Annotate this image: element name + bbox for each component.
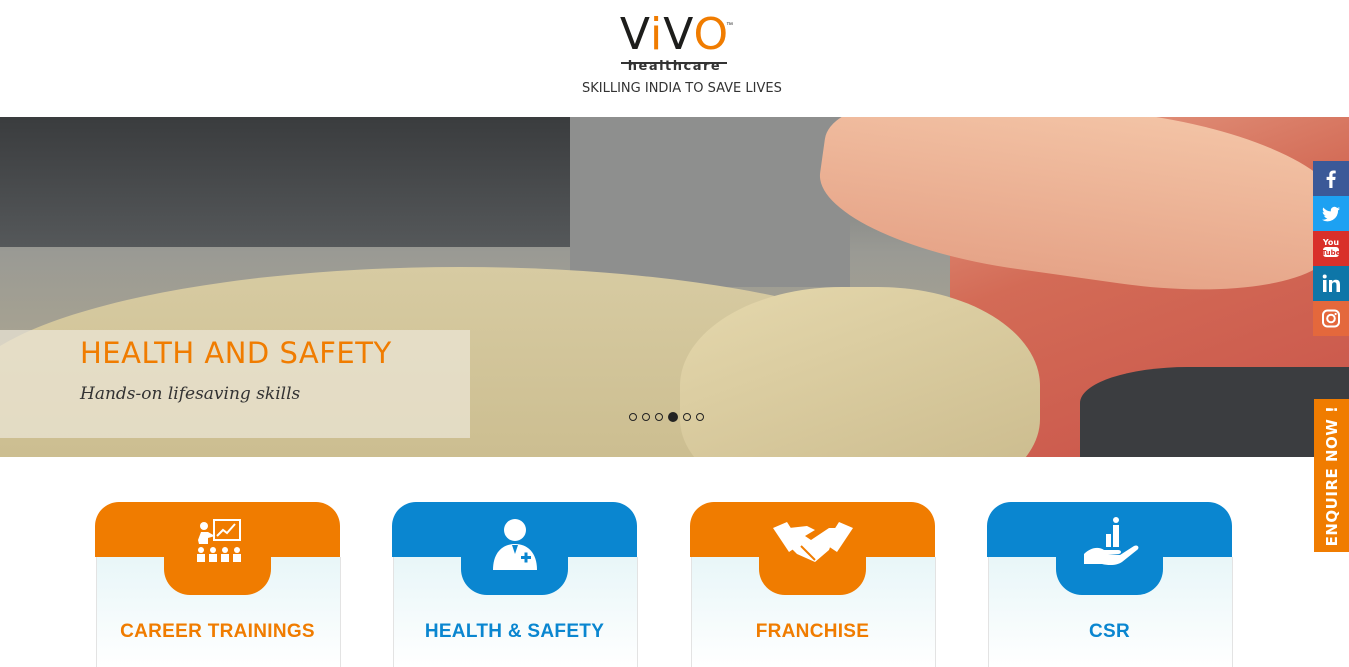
logo-tagline: SKILLING INDIA TO SAVE LIVES: [582, 81, 782, 96]
logo-divider: [621, 62, 727, 64]
svg-text:Tube: Tube: [1322, 249, 1341, 257]
hero-mannequin-head: [680, 287, 1040, 457]
card-health-safety[interactable]: HEALTH & SAFETY: [392, 502, 638, 667]
hero-bg-monitor: [0, 117, 570, 247]
card-label: FRANCHISE: [755, 621, 870, 642]
slider-pagination: [629, 411, 704, 423]
slider-dot[interactable]: [642, 413, 650, 421]
hero-bg-panel: [570, 117, 850, 287]
slide-subtitle: Hands-on lifesaving skills: [80, 384, 301, 404]
enquire-now-label: ENQUIRE NOW !: [1322, 405, 1341, 546]
trademark-symbol: ™: [726, 22, 733, 29]
card-label: CSR: [1088, 621, 1130, 642]
instagram-icon[interactable]: [1313, 301, 1349, 336]
card-label: HEALTH & SAFETY: [424, 621, 605, 642]
linkedin-icon[interactable]: [1313, 266, 1349, 301]
slide-title: HEALTH AND SAFETY: [80, 336, 392, 370]
social-sidebar: You Tube: [1313, 161, 1349, 336]
slider-dot[interactable]: [655, 413, 663, 421]
youtube-icon[interactable]: You Tube: [1313, 231, 1349, 266]
twitter-icon[interactable]: [1313, 196, 1349, 231]
slider-dot[interactable]: [629, 413, 637, 421]
hero-dummy-base: [1080, 367, 1349, 457]
helping-hand-icon: [987, 514, 1232, 574]
card-franchise[interactable]: FRANCHISE: [690, 502, 936, 667]
hero-slider: HEALTH AND SAFETY Hands-on lifesaving sk…: [0, 117, 1349, 457]
card-csr[interactable]: CSR: [987, 502, 1233, 667]
slider-dot[interactable]: [696, 413, 704, 421]
classroom-icon: [95, 514, 340, 574]
slider-dot[interactable]: [683, 413, 691, 421]
handshake-icon: [690, 514, 935, 574]
svg-text:You: You: [1322, 238, 1340, 247]
doctor-icon: [392, 514, 637, 574]
card-label: CAREER TRAININGS: [120, 621, 315, 642]
facebook-icon[interactable]: [1313, 161, 1349, 196]
slider-dot-active[interactable]: [668, 412, 678, 422]
enquire-now-tab[interactable]: ENQUIRE NOW !: [1314, 399, 1349, 552]
vivo-logo[interactable]: ViVO ™ healthcare SKILLING INDIA TO SAVE…: [582, 9, 782, 105]
logo-wordmark: ViVO: [619, 9, 730, 60]
slide-caption: HEALTH AND SAFETY Hands-on lifesaving sk…: [0, 330, 470, 438]
site-header: ViVO ™ healthcare SKILLING INDIA TO SAVE…: [0, 0, 1349, 117]
card-career-trainings[interactable]: CAREER TRAININGS: [95, 502, 341, 667]
